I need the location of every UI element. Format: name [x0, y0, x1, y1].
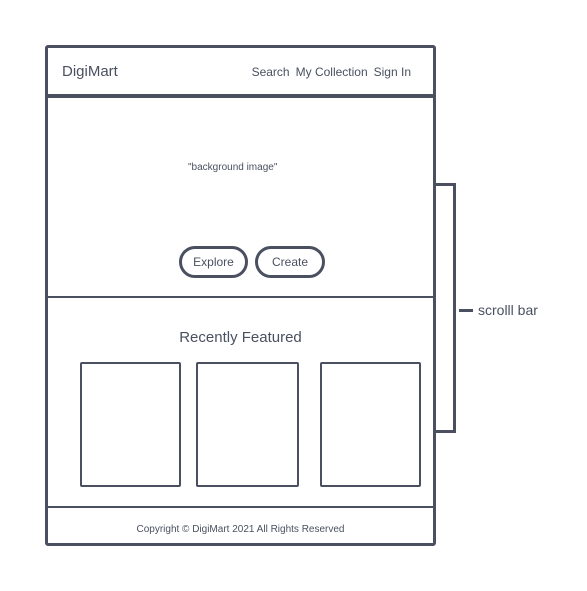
scrollbar-annotation-label: scrolll bar	[478, 302, 538, 318]
footer-copyright: Copyright © DigiMart 2021 All Rights Res…	[136, 524, 345, 535]
nav-search-link[interactable]: Search	[252, 65, 290, 79]
navbar: DigiMart Search My Collection Sign In	[48, 48, 433, 98]
hero-section: "background image" Explore Create	[48, 98, 433, 298]
footer: Copyright © DigiMart 2021 All Rights Res…	[48, 506, 433, 543]
hero-background-caption: "background image"	[188, 162, 278, 173]
create-button[interactable]: Create	[255, 246, 325, 278]
nav-sign-in-link[interactable]: Sign In	[374, 65, 411, 79]
wireframe-page: DigiMart Search My Collection Sign In "b…	[45, 45, 436, 546]
nav-my-collection-link[interactable]: My Collection	[296, 65, 368, 79]
scrollbar-connector	[459, 309, 473, 312]
scrollbar-bracket	[436, 183, 456, 433]
featured-title: Recently Featured	[179, 329, 302, 346]
featured-card[interactable]	[196, 362, 299, 487]
nav-links: Search My Collection Sign In	[252, 65, 411, 79]
explore-button[interactable]: Explore	[179, 246, 248, 278]
brand-logo[interactable]: DigiMart	[62, 63, 118, 80]
featured-card[interactable]	[80, 362, 181, 487]
featured-card[interactable]	[320, 362, 421, 487]
